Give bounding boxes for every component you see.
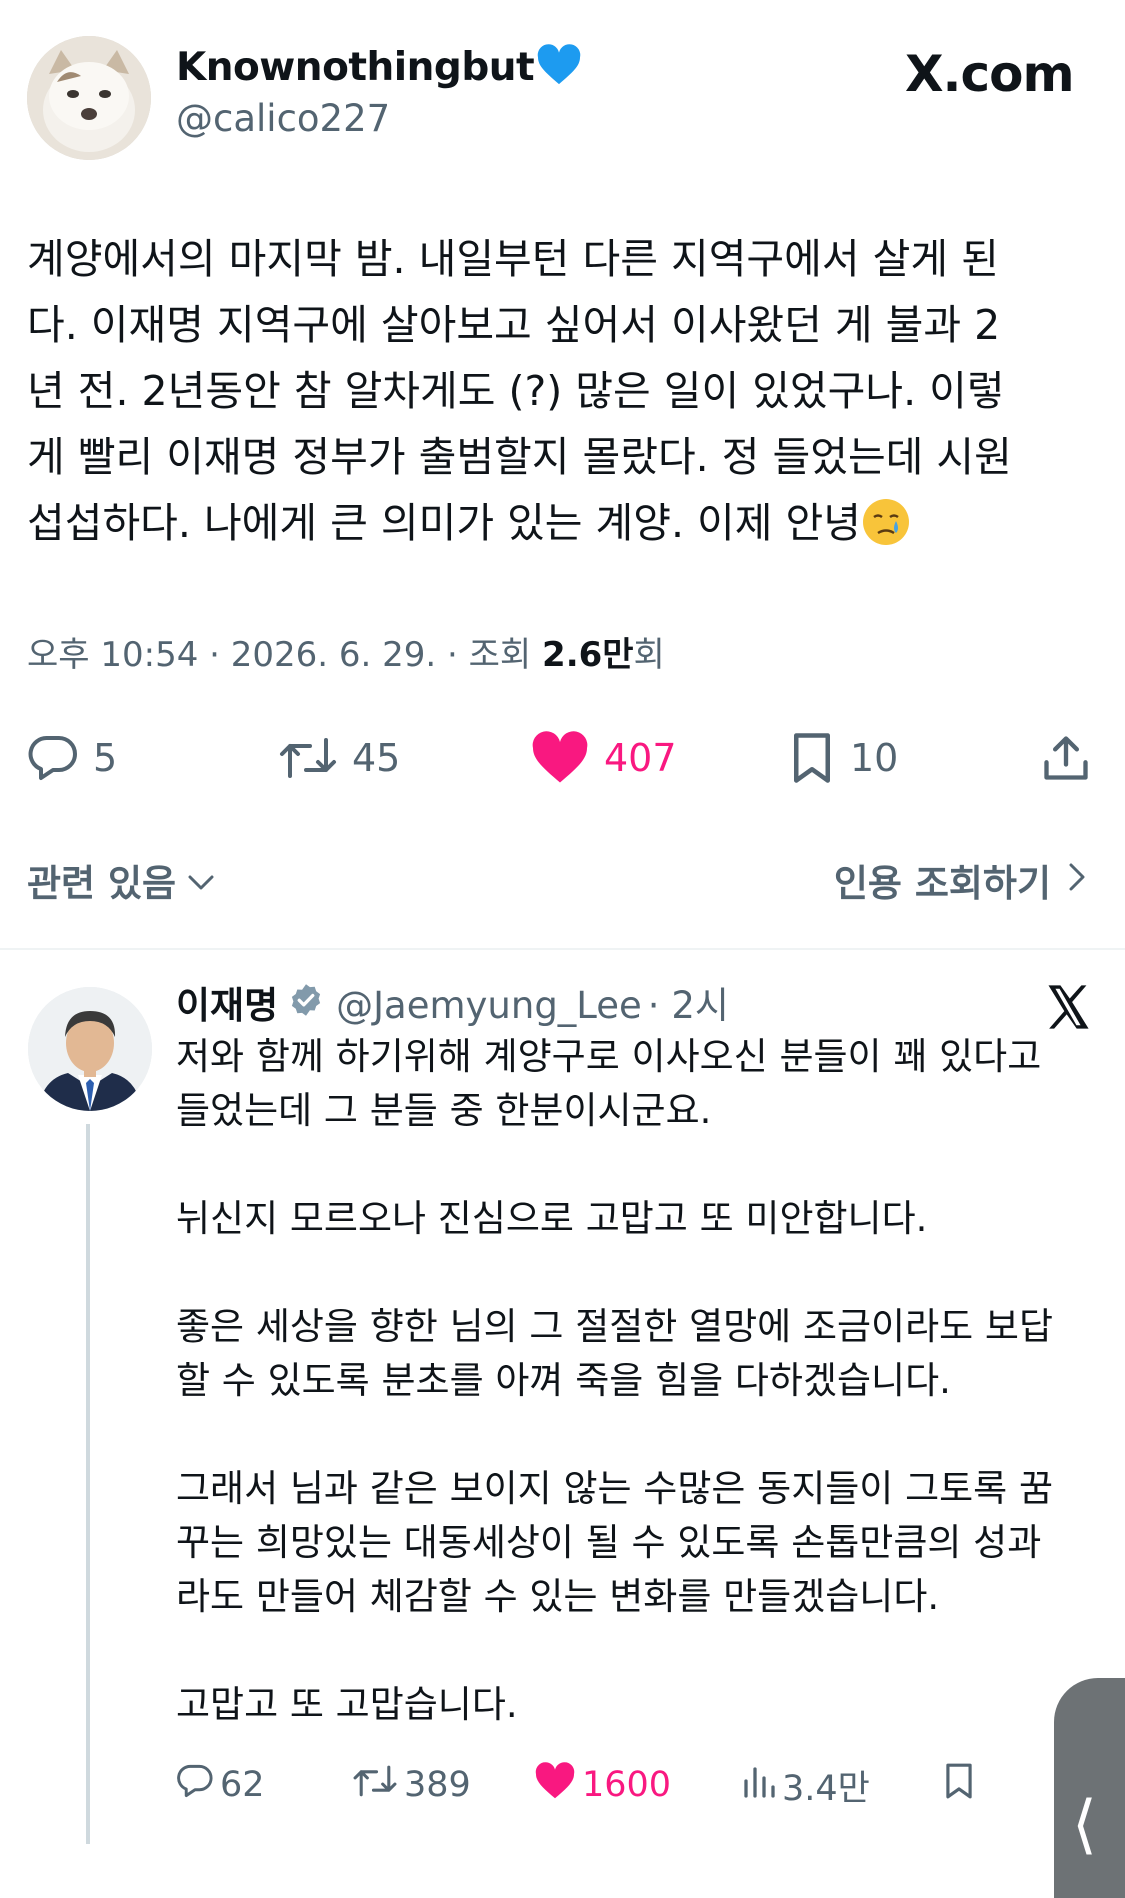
reply-author-handle[interactable]: @Jaemyung_Lee [336,983,642,1029]
reply-view-count: 3.4만 [782,1768,870,1809]
bar-chart-icon [740,1763,776,1808]
bookmark-icon [942,1762,976,1809]
retweet-icon [278,736,338,780]
reply-button[interactable]: 5 [27,728,117,788]
reply-line: 그래서 님과 같은 보이지 않는 수많은 동지들이 그토록 꿈 [176,1467,1054,1510]
reply-reply-count: 62 [220,1765,265,1805]
reply-views-button[interactable]: 3.4만 [740,1762,870,1809]
reply-line: 들었는데 그 분들 중 한분이시군요. [176,1089,712,1132]
bookmark-icon [788,731,836,785]
reply-header: 이재명 @Jaemyung_Lee · 2시 [176,982,729,1029]
like-button[interactable]: 407 [530,728,677,788]
section-divider [0,948,1125,950]
reply-icon [176,1763,214,1808]
x-com-logo: X.com [905,45,1075,103]
reply-paragraph: 뉘신지 모르오나 진심으로 고맙고 또 미안합니다. [176,1192,1096,1246]
reply-line: 꾸는 희망있는 대동세상이 될 수 있도록 손톱만큼의 성과 [176,1521,1042,1564]
like-count: 407 [604,736,677,780]
reply-bookmark-button[interactable] [942,1762,976,1808]
reply-reply-button[interactable]: 62 [176,1762,265,1808]
reply-line: 저와 함께 하기위해 계양구로 이사오신 분들이 꽤 있다고 [176,1035,1042,1078]
tweet-line: 계양에서의 마지막 밤. 내일부턴 다른 지역구에서 살게 된 [27,235,999,283]
author-avatar[interactable] [27,36,151,160]
related-dropdown[interactable]: 관련 있음 [27,853,216,907]
tweet-line: 다. 이재명 지역구에 살아보고 싶어서 이사왔던 게 불과 2 [27,301,1001,349]
reply-paragraph: 저와 함께 하기위해 계양구로 이사오신 분들이 꽤 있다고들었는데 그 분들 … [176,1030,1096,1138]
author-handle[interactable]: @calico227 [176,96,390,142]
reply-paragraph: 그래서 님과 같은 보이지 않는 수많은 동지들이 그토록 꿈꾸는 희망있는 대… [176,1462,1096,1624]
heart-icon [530,731,590,785]
chevron-right-icon [1067,859,1087,902]
reply-line: 라도 만들어 체감할 수 있는 변화를 만들겠습니다. [176,1575,940,1618]
reply-author-avatar[interactable] [28,987,152,1111]
chevron-left-icon[interactable]: ⟨ [1072,1790,1097,1860]
heart-icon [534,1761,576,1809]
tweet-meta: 오후 10:54 · 2026. 6. 29. · 조회 2.6만회 [27,633,665,677]
reply-like-button[interactable]: 1600 [534,1761,672,1809]
reply-like-count: 1600 [582,1765,672,1805]
thread-line [86,1124,90,1844]
view-quotes-link[interactable]: 인용 조회하기 [834,853,1087,907]
reply-text: 저와 함께 하기위해 계양구로 이사오신 분들이 꽤 있다고들었는데 그 분들 … [176,1030,1096,1732]
reply-line: 좋은 세상을 향한 님의 그 절절한 열망에 조금이라도 보답 [176,1305,1054,1348]
share-button[interactable] [1040,728,1092,788]
reply-retweet-button[interactable]: 389 [352,1762,471,1808]
verified-badge-icon [288,982,324,1029]
tweet-line-last: 섭섭하다. 나에게 큰 의미가 있는 계양. 이제 안녕 [27,490,1097,556]
tweet-line-text: 섭섭하다. 나에게 큰 의미가 있는 계양. 이제 안녕 [27,499,861,547]
view-count: 2.6만 [542,635,634,675]
tweet-text: 계양에서의 마지막 밤. 내일부턴 다른 지역구에서 살게 된 다. 이재명 지… [27,226,1097,556]
retweet-icon [352,1764,398,1807]
x-logo-icon [1042,981,1094,1033]
retweet-count: 45 [352,736,401,780]
reply-paragraph: 좋은 세상을 향한 님의 그 절절한 열망에 조금이라도 보답할 수 있도록 분… [176,1300,1096,1408]
crying-face-emoji-icon [861,497,911,547]
reply-author-name[interactable]: 이재명 [176,983,278,1029]
share-icon [1040,731,1092,785]
view-quotes-label: 인용 조회하기 [833,862,1051,905]
tweet-line: 게 빨리 이재명 정부가 출범할지 몰랐다. 정 들었는데 시원 [27,433,1012,481]
reply-time[interactable]: · 2시 [648,983,729,1029]
reply-count: 5 [93,736,118,780]
bookmark-button[interactable]: 10 [788,728,898,788]
tweet-line: 년 전. 2년동안 참 알차게도 (?) 많은 일이 있었구나. 이렇 [27,367,1005,415]
retweet-button[interactable]: 45 [278,728,400,788]
reply-line: 고맙고 또 고맙습니다. [176,1683,518,1726]
chevron-down-icon [186,859,216,902]
author-name-text[interactable]: Knownothingbut [176,45,535,90]
view-count-suffix: 회 [633,635,665,675]
author-display-name[interactable]: Knownothingbut [176,44,582,98]
reply-line: 할 수 있도록 분초를 아껴 죽을 힘을 다하겠습니다. [176,1359,951,1402]
related-label: 관련 있음 [27,862,177,905]
blue-heart-icon [536,44,582,98]
reply-retweet-count: 389 [404,1765,471,1805]
reply-icon [27,734,79,782]
reply-line: 뉘신지 모르오나 진심으로 고맙고 또 미안합니다. [176,1197,928,1240]
reply-paragraph: 고맙고 또 고맙습니다. [176,1678,1096,1732]
bookmark-count: 10 [850,736,899,780]
tweet-timestamp[interactable]: 오후 10:54 · 2026. 6. 29. · 조회 [27,635,542,675]
